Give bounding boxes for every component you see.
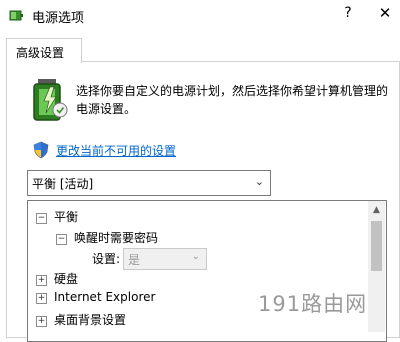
battery-icon <box>33 79 68 121</box>
tree-scrollbar[interactable]: ▲ <box>368 201 385 332</box>
title-bar: 电源选项 ? ✕ <box>0 0 400 30</box>
wake-password-select[interactable]: 是 ⌄ <box>123 248 207 270</box>
collapse-icon[interactable]: − <box>36 213 47 224</box>
expand-icon[interactable]: + <box>36 275 47 286</box>
tree-item-label: 平衡 <box>54 210 79 224</box>
tree-item-desktop-background[interactable]: + 桌面背景设置 <box>36 311 126 328</box>
tree-item-internet-explorer[interactable]: + Internet Explorer <box>36 290 155 304</box>
power-plan-value: 平衡 [活动] <box>32 177 94 191</box>
tree-item-label: 唤醒时需要密码 <box>74 231 159 245</box>
chevron-down-icon: ⌄ <box>191 251 200 262</box>
tab-label: 高级设置 <box>16 46 65 60</box>
change-unavailable-settings-link[interactable]: 更改当前不可用的设置 <box>56 142 176 159</box>
expand-icon[interactable]: + <box>36 316 47 327</box>
collapse-icon[interactable]: − <box>56 234 67 245</box>
expand-icon[interactable]: + <box>36 293 47 304</box>
power-options-icon <box>9 10 23 21</box>
tab-advanced-settings[interactable]: 高级设置 <box>6 38 82 63</box>
tree-item-label: 桌面背景设置 <box>54 313 127 327</box>
tree-item-label: 硬盘 <box>54 272 79 286</box>
window-title: 电源选项 <box>32 11 85 26</box>
power-plan-select[interactable]: 平衡 [活动] ⌄ <box>27 170 271 196</box>
scroll-up-icon[interactable]: ▲ <box>368 205 385 215</box>
tree-item-wake-password[interactable]: − 唤醒时需要密码 <box>56 229 158 246</box>
description-text: 选择你要自定义的电源计划，然后选择你希望计算机管理的电源设置。 <box>76 84 389 116</box>
tree-item-balanced[interactable]: − 平衡 <box>36 208 78 225</box>
shield-icon <box>33 141 49 159</box>
watermark: 191路由网 <box>258 292 368 316</box>
close-button[interactable]: ✕ <box>376 4 394 22</box>
scrollbar-thumb[interactable] <box>371 221 382 271</box>
tree-item-label: Internet Explorer <box>54 290 156 304</box>
help-button[interactable]: ? <box>340 5 356 21</box>
setting-label: 设置: <box>92 252 121 266</box>
chevron-down-icon: ⌄ <box>254 175 264 188</box>
tree-item-hard-disk[interactable]: + 硬盘 <box>36 270 78 287</box>
wake-password-value: 是 <box>128 253 141 267</box>
